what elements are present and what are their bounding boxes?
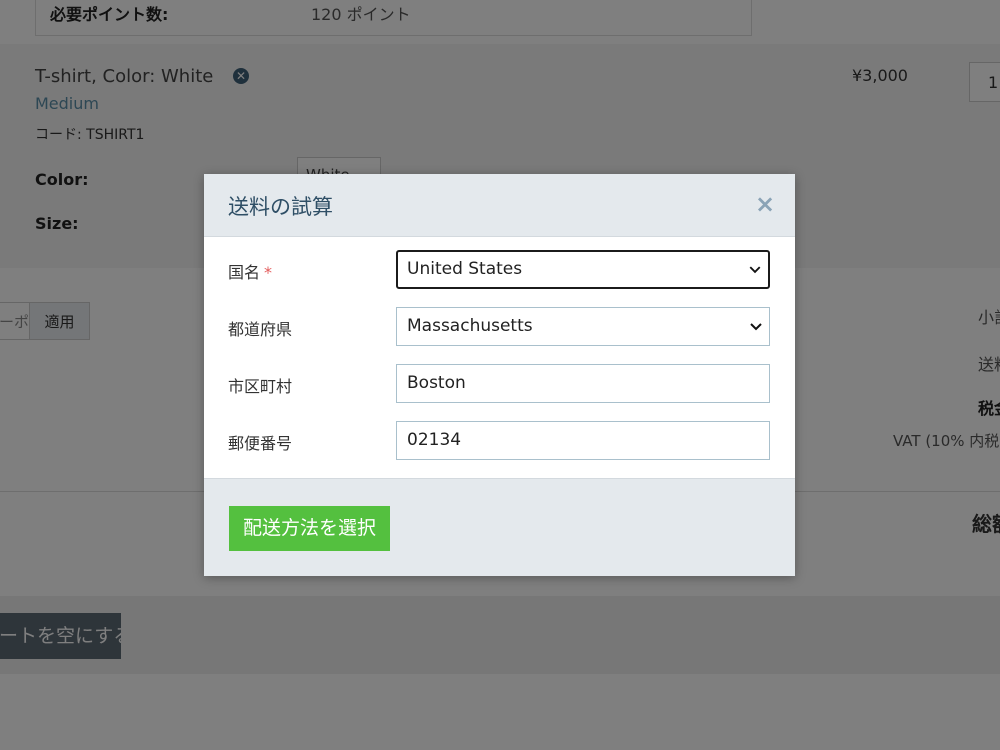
modal-title: 送料の試算 bbox=[228, 195, 333, 219]
country-row: 国名 * United States bbox=[204, 250, 795, 290]
country-select[interactable]: United States bbox=[396, 250, 770, 289]
country-label: 国名 * bbox=[228, 263, 273, 282]
zip-row: 郵便番号 02134 bbox=[204, 421, 795, 461]
required-marker: * bbox=[264, 263, 273, 282]
city-input[interactable]: Boston bbox=[396, 364, 770, 403]
state-select-value: Massachusetts bbox=[407, 316, 533, 336]
zip-input[interactable]: 02134 bbox=[396, 421, 770, 460]
close-icon[interactable]: × bbox=[755, 190, 775, 218]
country-select-value: United States bbox=[407, 259, 523, 279]
state-label: 都道府県 bbox=[228, 320, 293, 339]
state-select[interactable]: Massachusetts bbox=[396, 307, 770, 346]
modal-header: 送料の試算 × bbox=[204, 174, 795, 237]
city-label: 市区町村 bbox=[228, 377, 293, 396]
modal-footer: 配送方法を選択 bbox=[204, 478, 795, 576]
state-row: 都道府県 Massachusetts bbox=[204, 307, 795, 347]
city-row: 市区町村 Boston bbox=[204, 364, 795, 404]
zip-label: 郵便番号 bbox=[228, 434, 293, 453]
shipping-estimate-modal: 送料の試算 × 国名 * United States 都道府県 Massachus… bbox=[204, 174, 795, 576]
chevron-down-icon bbox=[749, 266, 761, 274]
select-shipping-method-button[interactable]: 配送方法を選択 bbox=[229, 506, 390, 551]
chevron-down-icon bbox=[750, 323, 762, 331]
